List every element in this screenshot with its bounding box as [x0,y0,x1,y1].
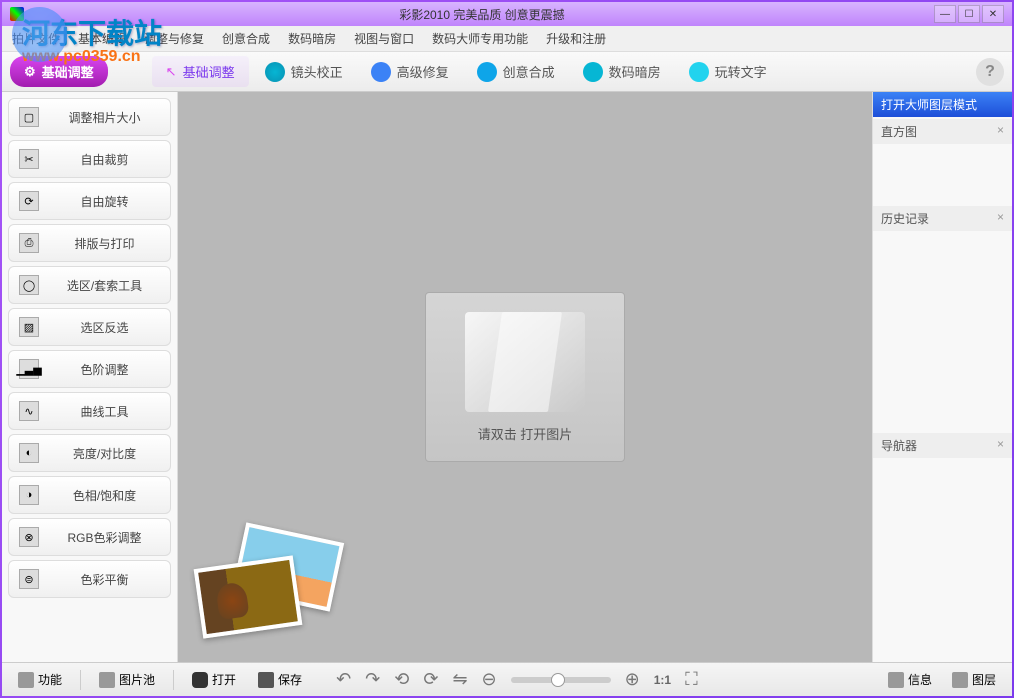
arrow-icon: ↖ [166,64,177,80]
canvas-area[interactable]: 请双击 打开图片 [178,92,872,662]
print-icon: ⎙ [19,233,39,253]
bottom-bar: 功能 图片池 打开 保存 ↶ ↷ ⟲ ⟳ ⇋ ⊖ ⊕ 1:1 ⛶ 信息 图层 [2,662,1012,696]
save-button[interactable]: 保存 [250,667,310,692]
open-button[interactable]: 打开 [184,667,244,692]
open-image-placeholder[interactable]: 请双击 打开图片 [425,292,625,462]
histogram-section[interactable]: 直方图× [873,119,1012,144]
rotate-icon: ⟳ [19,191,39,211]
tool-text[interactable]: 玩转文字 [677,56,779,88]
close-icon[interactable]: × [997,123,1004,140]
zoom-slider[interactable] [511,677,611,683]
layer-mode-header[interactable]: 打开大师图层模式 [873,92,1012,117]
navigator-section[interactable]: 导航器× [873,433,1012,458]
balance-icon: ⊜ [19,569,39,589]
levels-icon: ▁▃▅ [19,359,39,379]
tool-invert-select[interactable]: ▨选区反选 [8,308,171,346]
right-panel: 打开大师图层模式 直方图× 历史记录× 导航器× [872,92,1012,662]
tool-hue[interactable]: ◑色相/饱和度 [8,476,171,514]
stack-icon [99,672,115,688]
tool-resize[interactable]: ▢调整相片大小 [8,98,171,136]
app-icon [10,7,24,21]
rotate-right-button[interactable]: ⟳ [423,669,438,690]
tool-curves[interactable]: ∿曲线工具 [8,392,171,430]
hand-icon [689,62,709,82]
crop-icon: ✂ [19,149,39,169]
info-button[interactable]: 信息 [880,667,940,692]
zoom-ratio[interactable]: 1:1 [654,673,671,687]
menu-master[interactable]: 数码大师专用功能 [432,30,528,47]
sample-photos [198,532,358,642]
tool-active-basic[interactable]: ⚙ 基础调整 [10,56,108,87]
window-title: 彩影2010 完美品质 创意更震撼 [30,6,934,23]
tool-repair[interactable]: 高级修复 [359,56,461,88]
menu-adjust[interactable]: 调整与修复 [144,30,204,47]
close-button[interactable]: ✕ [982,5,1004,23]
zoom-handle[interactable] [551,673,565,687]
menu-view[interactable]: 视图与窗口 [354,30,414,47]
tool-lasso[interactable]: ◯选区/套索工具 [8,266,171,304]
layers-button[interactable]: 图层 [944,667,1004,692]
zoom-in-button[interactable]: ⊕ [625,669,640,690]
zoom-out-button[interactable]: ⊖ [482,669,497,690]
main-toolbar: ⚙ 基础调整 ↖ 基础调整 镜头校正 高级修复 创意合成 数码暗房 玩转文字 ? [2,52,1012,92]
titlebar: 彩影2010 完美品质 创意更震撼 — ☐ ✕ [2,2,1012,26]
close-icon[interactable]: × [997,210,1004,227]
menu-darkroom[interactable]: 数码暗房 [288,30,336,47]
rotate-left-button[interactable]: ⟲ [394,669,409,690]
left-toolpanel: ▢调整相片大小 ✂自由裁剪 ⟳自由旋转 ⎙排版与打印 ◯选区/套索工具 ▨选区反… [2,92,178,662]
open-prompt: 请双击 打开图片 [478,424,573,443]
camera-icon [192,672,208,688]
sample-photo-bird [194,555,303,638]
tool-lens[interactable]: 镜头校正 [253,56,355,88]
history-section[interactable]: 历史记录× [873,206,1012,231]
lasso-icon: ◯ [19,275,39,295]
tool-compose[interactable]: 创意合成 [465,56,567,88]
tool-rgb[interactable]: ⊗RGB色彩调整 [8,518,171,556]
resize-icon: ▢ [19,107,39,127]
menu-file[interactable]: 拍片文件 [12,30,60,47]
mic-icon [583,62,603,82]
person-icon [477,62,497,82]
tool-crop[interactable]: ✂自由裁剪 [8,140,171,178]
lens-icon [265,62,285,82]
redo-button[interactable]: ↷ [365,669,380,690]
wand-icon [371,62,391,82]
minimize-button[interactable]: — [934,5,956,23]
undo-button[interactable]: ↶ [336,669,351,690]
tool-rotate[interactable]: ⟳自由旋转 [8,182,171,220]
menu-upgrade[interactable]: 升级和注册 [546,30,606,47]
menubar: 拍片文件 基本编辑 调整与修复 创意合成 数码暗房 视图与窗口 数码大师专用功能… [2,26,1012,52]
tab-imagepool[interactable]: 图片池 [91,667,163,692]
folder-icon [465,312,585,412]
hue-icon: ◑ [19,485,39,505]
tool-balance[interactable]: ⊜色彩平衡 [8,560,171,598]
flip-button[interactable]: ⇋ [452,669,467,690]
rgb-icon: ⊗ [19,527,39,547]
tool-levels[interactable]: ▁▃▅色阶调整 [8,350,171,388]
info-icon [888,672,904,688]
tool-darkroom[interactable]: 数码暗房 [571,56,673,88]
layers-icon [952,672,968,688]
tool-print[interactable]: ⎙排版与打印 [8,224,171,262]
tool-brightness[interactable]: ◐亮度/对比度 [8,434,171,472]
save-icon [258,672,274,688]
invert-icon: ▨ [19,317,39,337]
close-icon[interactable]: × [997,437,1004,454]
brightness-icon: ◐ [19,443,39,463]
gear-icon: ⚙ [24,64,36,80]
curves-icon: ∿ [19,401,39,421]
pause-icon [18,672,34,688]
help-button[interactable]: ? [976,58,1004,86]
tool-sub-basic[interactable]: ↖ 基础调整 [152,56,249,87]
menu-basic-edit[interactable]: 基本编辑 [78,30,126,47]
maximize-button[interactable]: ☐ [958,5,980,23]
tab-functions[interactable]: 功能 [10,667,70,692]
fullscreen-button[interactable]: ⛶ [685,669,698,690]
menu-compose[interactable]: 创意合成 [222,30,270,47]
